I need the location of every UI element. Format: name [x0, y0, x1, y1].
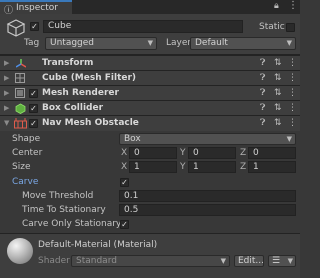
object-name-input[interactable]: Cube	[43, 20, 243, 33]
shape-label: Shape	[12, 134, 41, 144]
static-label: Static	[259, 22, 285, 32]
move-threshold-input[interactable]: 0.1	[119, 190, 296, 202]
transform-icon	[16, 59, 26, 68]
mesh-filter-icon	[15, 73, 25, 83]
carve-only-stationary-checkbox[interactable]: ✓	[120, 220, 129, 229]
size-y-input[interactable]: 1	[188, 161, 236, 173]
layer-value: Default	[195, 38, 228, 48]
component-mesh-filter[interactable]: ▶ Cube (Mesh Filter) ❓︎ ⇅ ⋮	[0, 70, 300, 86]
component-title: Nav Mesh Obstacle	[42, 118, 139, 128]
help-icon[interactable]: ❓︎	[260, 116, 265, 131]
fold-arrow-icon[interactable]: ▶	[4, 71, 9, 86]
tab-label: Inspector	[16, 3, 58, 13]
size-label: Size	[12, 162, 31, 172]
tab-inspector[interactable]: ⓘ Inspector	[0, 0, 72, 16]
preset-icon[interactable]: ⇅	[274, 56, 282, 71]
axis-y-label: Y	[180, 162, 186, 172]
nav-mesh-obstacle-icon	[14, 118, 27, 132]
move-threshold-label: Move Threshold	[22, 191, 94, 201]
more-icon[interactable]: ⋮	[288, 56, 297, 71]
chevron-down-icon: ▼	[286, 39, 292, 47]
component-title: Cube (Mesh Filter)	[42, 73, 137, 83]
fold-arrow-icon[interactable]: ▼	[4, 116, 9, 131]
center-z-input[interactable]: 0	[248, 147, 296, 159]
time-to-stationary-input[interactable]: 0.5	[119, 204, 296, 216]
fold-arrow-icon[interactable]: ▶	[4, 56, 9, 71]
tag-dropdown[interactable]: Untagged ▼	[45, 37, 157, 50]
fold-arrow-icon[interactable]: ▶	[4, 86, 9, 101]
axis-z-label: Z	[240, 148, 247, 158]
help-icon[interactable]: ❓︎	[260, 86, 265, 101]
center-y-input[interactable]: 0	[188, 147, 236, 159]
axis-x-label: X	[121, 148, 128, 158]
size-x-input[interactable]: 1	[129, 161, 177, 173]
axis-z-label: Z	[240, 162, 247, 172]
enabled-checkbox[interactable]: ✓	[29, 89, 38, 98]
component-title: Mesh Renderer	[42, 88, 119, 98]
axis-x-label: X	[121, 162, 128, 172]
static-checkbox[interactable]	[286, 23, 295, 32]
carve-label: Carve	[12, 177, 39, 187]
fold-arrow-icon[interactable]: ▶	[4, 101, 9, 116]
axis-y-label: Y	[180, 148, 186, 158]
layer-dropdown[interactable]: Default ▼	[190, 37, 296, 50]
component-transform[interactable]: ▶ Transform ❓︎ ⇅ ⋮	[0, 55, 300, 71]
help-icon[interactable]: ❓︎	[260, 71, 265, 86]
center-label: Center	[12, 148, 43, 158]
material-name: Default-Material (Material)	[38, 240, 158, 250]
preset-icon[interactable]: ⇅	[274, 101, 282, 116]
preset-icon[interactable]: ⇅	[274, 86, 282, 101]
chevron-down-icon: ▼	[147, 39, 153, 47]
chevron-down-icon: ▼	[287, 257, 293, 265]
center-x-input[interactable]: 0	[129, 147, 177, 159]
help-icon[interactable]: ❓︎	[260, 101, 265, 116]
chevron-down-icon: ▼	[286, 135, 292, 143]
carve-checkbox[interactable]: ✓	[120, 178, 129, 187]
time-to-stationary-label: Time To Stationary	[22, 205, 106, 215]
shape-dropdown[interactable]: Box ▼	[119, 133, 296, 145]
chevron-down-icon: ▼	[220, 257, 226, 265]
more-icon[interactable]: ⋮	[288, 101, 297, 116]
help-icon[interactable]: ❓︎	[260, 56, 265, 71]
tag-label: Tag	[24, 38, 40, 48]
lock-icon[interactable]: 🔒︎	[274, 1, 279, 11]
layer-label: Layer	[166, 38, 192, 48]
enabled-checkbox[interactable]: ✓	[29, 119, 38, 128]
more-icon[interactable]: ⋮	[288, 116, 297, 131]
carve-only-stationary-label: Carve Only Stationary	[22, 219, 122, 229]
component-mesh-renderer[interactable]: ▶ ✓ Mesh Renderer ❓︎ ⇅ ⋮	[0, 85, 300, 101]
active-checkbox[interactable]: ✓	[30, 22, 39, 31]
cube-icon	[6, 19, 26, 37]
material-preview-sphere	[7, 238, 33, 264]
component-title: Transform	[42, 58, 94, 68]
shader-value: Standard	[76, 256, 117, 266]
size-z-input[interactable]: 1	[248, 161, 296, 173]
more-icon[interactable]: ⋮	[288, 86, 297, 101]
list-icon: ☰	[272, 256, 281, 266]
component-nav-mesh-obstacle[interactable]: ▼ ✓ Nav Mesh Obstacle ❓︎ ⇅ ⋮	[0, 115, 300, 131]
shader-dropdown[interactable]: Standard ▼	[71, 255, 230, 267]
shader-label: Shader	[38, 256, 70, 266]
preset-icon[interactable]: ⇅	[274, 116, 282, 131]
more-icon[interactable]: ⋮	[288, 71, 297, 86]
enabled-checkbox[interactable]: ✓	[29, 104, 38, 113]
component-box-collider[interactable]: ▶ ✓ Box Collider ❓︎ ⇅ ⋮	[0, 100, 300, 116]
preset-icon[interactable]: ⇅	[274, 71, 282, 86]
component-title: Box Collider	[42, 103, 104, 113]
tag-value: Untagged	[50, 38, 95, 48]
menu-icon[interactable]: ⋮	[288, 0, 298, 11]
edit-button[interactable]: Edit...	[234, 255, 264, 267]
shape-value: Box	[124, 134, 141, 144]
list-menu-button[interactable]: ☰ ▼	[268, 255, 296, 267]
